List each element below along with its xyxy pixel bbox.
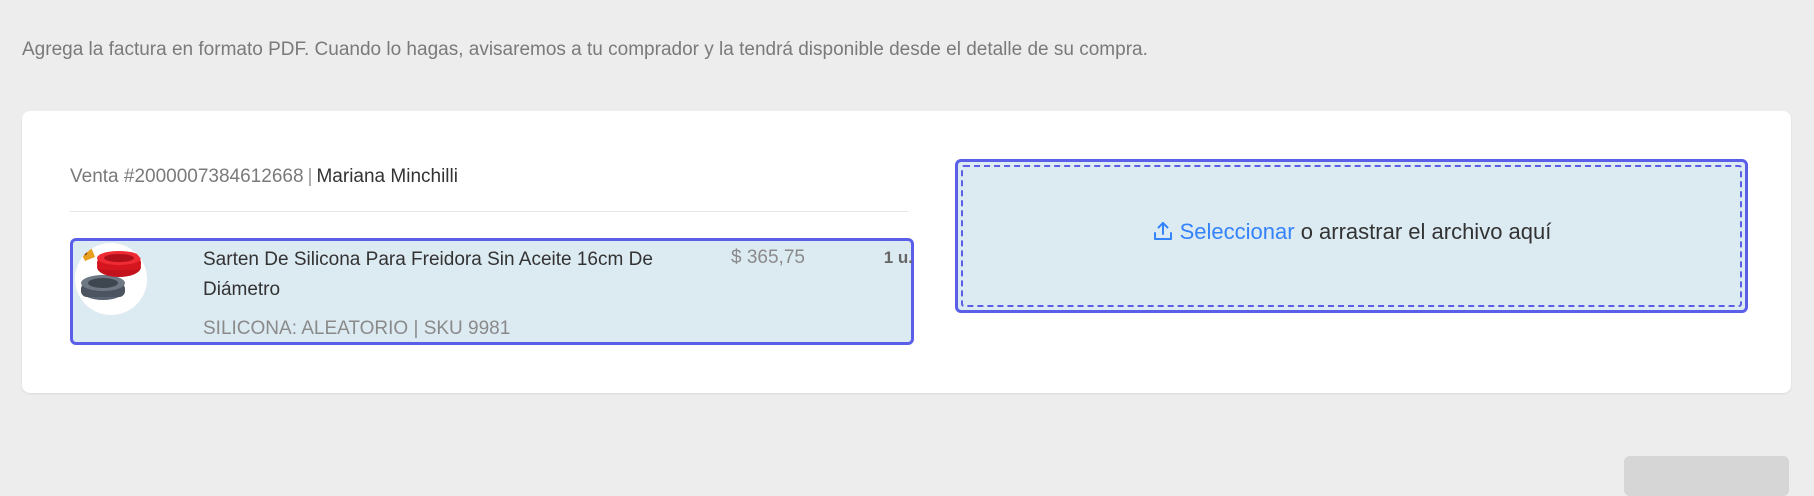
product-quantity: 1 u. [883, 248, 913, 267]
invoice-card: Venta #2000007384612668 | Mariana Minchill… [22, 111, 1791, 393]
drag-file-text: o arrastrar el archivo aquí [1294, 219, 1552, 244]
select-file-link[interactable]: Seleccionar [1180, 219, 1295, 244]
divider [70, 211, 908, 212]
sale-header: Venta #2000007384612668 | Mariana Minchill… [70, 165, 458, 189]
page-title-cropped [22, 0, 62, 4]
product-price: $ 365,75 [731, 247, 805, 268]
product-thumbnail [75, 243, 147, 315]
page-subtitle: Agrega la factura en formato PDF. Cuando… [22, 39, 1148, 60]
sale-number: Venta #2000007384612668 [70, 166, 304, 187]
upload-icon[interactable] [1152, 220, 1174, 249]
file-dropzone[interactable]: Seleccionar o arrastrar el archivo aquí [955, 159, 1748, 313]
product-title: Sarten De Silicona Para Freidora Sin Ace… [203, 249, 653, 300]
sale-separator: | [307, 166, 313, 187]
dropzone-label: Seleccionar o arrastrar el archivo aquí [958, 218, 1745, 249]
footer-submit-button[interactable] [1624, 456, 1789, 496]
product-variant: SILICONA: ALEATORIO | SKU 9981 [203, 318, 511, 339]
buyer-name: Mariana Minchilli [316, 166, 458, 187]
order-item[interactable]: Sarten De Silicona Para Freidora Sin Ace… [70, 238, 914, 345]
